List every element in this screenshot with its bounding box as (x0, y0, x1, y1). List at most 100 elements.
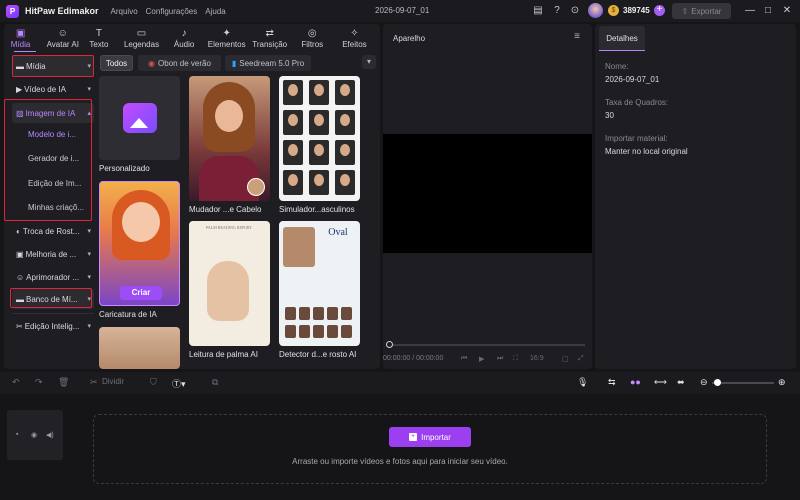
split-icon[interactable]: ✂ (90, 377, 98, 388)
link-icon[interactable]: ⇆ (608, 377, 616, 388)
app-name: HitPaw Edimakor (25, 6, 99, 16)
help-icon[interactable]: ? (550, 4, 564, 18)
save-icon[interactable]: ▪ (16, 431, 18, 438)
sidebar-divider (12, 313, 94, 314)
zoom-in-icon[interactable]: ⊕ (778, 377, 786, 388)
layout-icon[interactable]: ▤ (531, 4, 545, 18)
sidebar-item-edicao-inteligente[interactable]: ✂ Edição Intelig... ▾ (12, 316, 94, 336)
next-frame-icon[interactable]: ⏭ (497, 355, 503, 363)
aspect-ratio[interactable]: 16:9 (530, 355, 544, 362)
tab-elementos[interactable]: ✦ Elementos (208, 24, 246, 52)
chevron-down-icon: ▾ (87, 228, 91, 235)
tab-label: Legendas (123, 39, 160, 49)
menu-configuracoes[interactable]: Configurações (146, 7, 198, 16)
sidebar-item-aprimorador[interactable]: ☺ Aprimorador ... ▾ (12, 267, 94, 287)
tab-efeitos[interactable]: ✧ Efeitos (338, 24, 371, 52)
import-material-label: Importar material: (605, 134, 668, 143)
text-icon: T (95, 27, 102, 39)
import-button[interactable]: + Importar (389, 427, 471, 447)
prev-frame-icon[interactable]: ⏮ (461, 355, 467, 363)
volume-icon[interactable]: ◀) (46, 431, 54, 439)
redo-icon[interactable]: ↷ (35, 377, 43, 388)
download-icon[interactable]: ⊙ (568, 4, 582, 18)
close-icon[interactable]: ✕ (780, 4, 794, 18)
import-material-value: Manter no local original (605, 147, 688, 156)
menu-ajuda[interactable]: Ajuda (205, 7, 225, 16)
playback-scrubber[interactable] (389, 344, 585, 346)
chip-todos[interactable]: Todos (100, 55, 133, 71)
card-detector-rosto[interactable]: Oval (279, 221, 360, 346)
zoom-out-icon[interactable]: ⊖ (700, 377, 708, 388)
tab-legendas[interactable]: ▭ Legendas (123, 24, 160, 52)
text-tool-icon[interactable]: Ⓣ▾ (172, 377, 186, 390)
menu-arquivo[interactable]: Arquivo (111, 7, 138, 16)
tab-label: Áudio (173, 39, 195, 49)
sidebar-item-troca-rosto[interactable]: ◐ Troca de Rost... ▾ (12, 221, 94, 241)
playback-time: 00:00:00 / 00:00:00 (383, 355, 444, 362)
shield-icon[interactable]: ⛉ (150, 377, 157, 388)
tab-transicao[interactable]: ⇄ Transição (252, 24, 287, 52)
tab-detalhes[interactable]: Detalhes (599, 26, 645, 50)
split-label[interactable]: Dividir (102, 377, 124, 386)
tab-audio[interactable]: ♪ Áudio (168, 24, 201, 52)
tab-label: Avatar AI (46, 39, 79, 49)
maximize-icon[interactable]: □ (761, 4, 775, 18)
sidebar-item-label: Melhoria de ... (25, 249, 77, 259)
zoom-slider[interactable] (712, 382, 774, 384)
zoom-slider-handle[interactable] (714, 379, 721, 386)
preview-canvas[interactable] (383, 134, 592, 253)
fullscreen-icon[interactable]: ⛶ (513, 355, 518, 363)
chip-label: Obon de verão (158, 58, 211, 68)
expand-icon[interactable]: ⤢ (578, 355, 584, 363)
chevron-down-icon[interactable]: ▾ (362, 55, 376, 69)
magnet-icon[interactable]: ●● (630, 377, 641, 387)
sidebar-item-melhoria[interactable]: ▣ Melhoria de ... ▾ (12, 244, 94, 264)
snapshot-icon[interactable]: ▢ (562, 355, 569, 363)
card-caricatura[interactable]: Criar (99, 181, 180, 306)
sidebar-item-label: Troca de Rost... (22, 226, 80, 236)
chevron-down-icon: ▾ (87, 323, 91, 330)
chip-obon-verao[interactable]: ◉ Obon de verão (138, 55, 221, 71)
upload-icon: ⇧ (681, 6, 689, 16)
fit-icon[interactable]: ⬌ (677, 377, 685, 388)
media-drop-zone[interactable] (93, 414, 767, 484)
create-button[interactable]: Criar (120, 286, 162, 300)
menu-icon[interactable]: ≡ (574, 31, 580, 42)
snap-icon[interactable]: ⟷ (654, 377, 667, 388)
active-tab-indicator (599, 50, 645, 51)
export-button[interactable]: ⇧ Exportar (672, 3, 731, 19)
card-label: Simulador...asculinos (279, 205, 355, 214)
user-avatar[interactable] (588, 3, 603, 18)
play-icon[interactable]: ▶ (479, 355, 484, 363)
scrubber-handle[interactable] (386, 341, 393, 348)
tab-avatar-ai[interactable]: ☺ Avatar AI (46, 24, 79, 52)
microphone-icon[interactable]: 🎙 (577, 377, 588, 388)
name-value: 2026-09-07_01 (605, 75, 660, 84)
minimize-icon[interactable]: — (743, 4, 757, 18)
crop-icon[interactable]: ⧉ (212, 377, 218, 388)
tab-label: Mídia (10, 39, 31, 49)
add-credits-button[interactable]: + (654, 5, 665, 16)
smart-edit-icon: ✂ (16, 321, 23, 331)
chevron-down-icon: ▾ (87, 274, 91, 281)
enhance-icon: ▣ (16, 249, 24, 259)
chevron-down-icon: ▾ (87, 86, 91, 93)
card-mudador-cabelo[interactable] (189, 76, 270, 201)
card-simulador[interactable] (279, 76, 360, 201)
visibility-icon[interactable]: ◉ (31, 431, 37, 439)
card-leitura-palma[interactable]: PALM READING REPORT (189, 221, 270, 346)
sidebar-item-video-ia[interactable]: ▶ Vídeo de IA ▾ (12, 79, 94, 99)
chip-seedream[interactable]: ▮ Seedream 5.0 Pro (225, 55, 311, 71)
thumbnail-image (207, 261, 249, 321)
tab-midia[interactable]: ▣ Mídia (4, 24, 37, 52)
delete-icon[interactable]: 🗑 (58, 377, 69, 388)
chevron-down-icon: ▾ (87, 251, 91, 258)
undo-icon[interactable]: ↶ (12, 377, 20, 388)
details-panel: Detalhes Nome: 2026-09-07_01 Taxa de Qua… (595, 24, 796, 369)
card-personalizado[interactable] (99, 76, 180, 160)
card-label: Personalizado (99, 164, 150, 173)
transition-icon: ⇄ (265, 27, 274, 39)
card-thumbnail[interactable] (99, 327, 180, 369)
tab-texto[interactable]: T Texto (82, 24, 115, 52)
tab-filtros[interactable]: ◎ Filtros (296, 24, 329, 52)
